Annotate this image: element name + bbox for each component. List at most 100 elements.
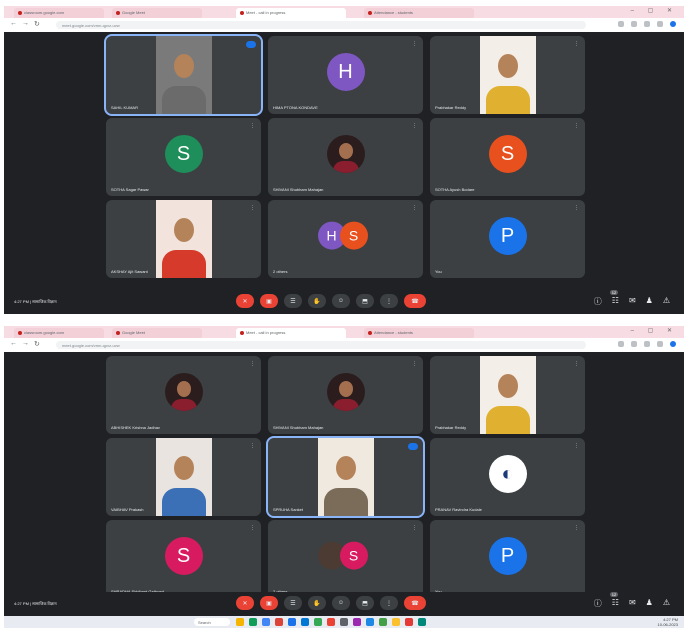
people-icon[interactable]: ☷ 12 xyxy=(609,290,619,307)
taskbar-app-icon[interactable] xyxy=(405,618,413,626)
chat-icon[interactable]: ✉ xyxy=(629,296,636,307)
back-icon[interactable]: ← xyxy=(10,340,17,347)
url-field[interactable]: meet.google.com/vmn-qpxz-uvw xyxy=(56,341,586,349)
mic-button[interactable]: ✕ xyxy=(236,596,254,610)
activities-icon[interactable]: ♟ xyxy=(646,296,653,307)
tile-more-icon[interactable]: ⋮ xyxy=(250,205,255,211)
browser-tab[interactable]: classroom.google.com xyxy=(14,328,104,338)
taskbar-app-icon[interactable] xyxy=(249,618,257,626)
profile-avatar[interactable] xyxy=(670,341,676,347)
taskbar-app-icon[interactable] xyxy=(379,618,387,626)
present-button[interactable]: ⬒ xyxy=(356,596,374,610)
participant-tile[interactable]: ⋮ SHIVANI Shubham Mahajan xyxy=(268,356,423,434)
taskbar-app-icon[interactable] xyxy=(340,618,348,626)
reload-icon[interactable]: ↻ xyxy=(34,20,40,28)
participant-tile[interactable]: P⋮You xyxy=(430,200,585,278)
tile-more-icon[interactable]: ⋮ xyxy=(574,205,579,211)
info-icon[interactable]: ⓘ xyxy=(594,598,602,609)
participant-tile[interactable]: ⋮ VAIBHAV Prakash xyxy=(106,438,261,516)
participant-tile[interactable]: ⋮ Prabhakar Reddy xyxy=(430,36,585,114)
taskbar-app-icon[interactable] xyxy=(327,618,335,626)
participant-tile[interactable]: ⋮ AKSHAY Ajit Sawant xyxy=(106,200,261,278)
present-button[interactable]: ⬒ xyxy=(356,294,374,308)
chat-icon[interactable]: ✉ xyxy=(629,598,636,609)
tile-more-icon[interactable]: ⋮ xyxy=(250,361,255,367)
tile-more-icon[interactable]: ⋮ xyxy=(412,41,417,47)
browser-tab[interactable]: classroom.google.com xyxy=(14,8,104,18)
extension-icon[interactable] xyxy=(631,21,637,27)
tile-more-icon[interactable]: ⋮ xyxy=(250,443,255,449)
tile-more-icon[interactable]: ⋮ xyxy=(412,361,417,367)
window-controls[interactable]: – ▢ ✕ xyxy=(631,327,678,334)
more-options-button[interactable]: ⋮ xyxy=(380,294,398,308)
menu-icon[interactable] xyxy=(657,341,663,347)
browser-tab[interactable]: Meet - call in progress xyxy=(236,8,346,18)
participant-tile[interactable]: ⋮ SHIVANI Shubham Mahajan xyxy=(268,118,423,196)
menu-icon[interactable] xyxy=(657,21,663,27)
reactions-button[interactable]: ☺ xyxy=(332,596,350,610)
leave-call-button[interactable]: ☎ xyxy=(404,294,426,308)
host-controls-icon[interactable]: ⚠ xyxy=(663,598,670,609)
taskbar-search[interactable]: Search xyxy=(194,618,230,626)
download-icon[interactable] xyxy=(644,21,650,27)
participant-tile[interactable]: S ⋮ SOTHA Sagar Pawar xyxy=(106,118,261,196)
tile-more-icon[interactable]: ⋮ xyxy=(574,525,579,531)
browser-tab[interactable]: Attendance - students xyxy=(364,328,474,338)
taskbar-app-icon[interactable] xyxy=(418,618,426,626)
taskbar-app-icon[interactable] xyxy=(353,618,361,626)
window-controls[interactable]: – ▢ ✕ xyxy=(631,7,678,14)
reload-icon[interactable]: ↻ xyxy=(34,340,40,348)
forward-icon[interactable]: → xyxy=(22,20,29,27)
tile-more-icon[interactable]: ⋮ xyxy=(250,525,255,531)
taskbar-app-icon[interactable] xyxy=(392,618,400,626)
tile-more-icon[interactable]: ⋮ xyxy=(412,205,417,211)
tile-more-icon[interactable]: ⋮ xyxy=(412,525,417,531)
browser-tab[interactable]: Meet - call in progress xyxy=(236,328,346,338)
taskbar-app-icon[interactable] xyxy=(262,618,270,626)
participant-tile[interactable]: H ⋮ HIMA PTONA KONDAVE xyxy=(268,36,423,114)
url-field[interactable]: meet.google.com/vmn-qpxz-uvw xyxy=(56,21,586,29)
participant-tile[interactable]: S⋮2 others xyxy=(268,520,423,598)
participant-tile[interactable]: ⋮ Prabhakar Reddy xyxy=(430,356,585,434)
back-icon[interactable]: ← xyxy=(10,20,17,27)
camera-button[interactable]: ▣ xyxy=(260,294,278,308)
tile-more-icon[interactable]: ⋮ xyxy=(574,443,579,449)
participant-tile[interactable]: ◐ ⋮ PRANAV Ravindra Kudale xyxy=(430,438,585,516)
browser-tab[interactable]: Google Meet xyxy=(112,8,202,18)
participant-tile[interactable]: ⋮ ABHISHEK Krishna Jadhav xyxy=(106,356,261,434)
reactions-button[interactable]: ☺ xyxy=(332,294,350,308)
tile-more-icon[interactable]: ⋮ xyxy=(574,123,579,129)
tile-more-icon[interactable]: ⋮ xyxy=(412,123,417,129)
participant-tile[interactable]: H S ⋮ 2 others xyxy=(268,200,423,278)
bookmark-icon[interactable] xyxy=(618,341,624,347)
bookmark-icon[interactable] xyxy=(618,21,624,27)
tile-more-icon[interactable]: ⋮ xyxy=(250,123,255,129)
tile-more-icon[interactable]: ⋮ xyxy=(574,41,579,47)
captions-button[interactable]: ☰ xyxy=(284,294,302,308)
people-icon[interactable]: ☷ 12 xyxy=(609,592,619,609)
activities-icon[interactable]: ♟ xyxy=(646,598,653,609)
taskbar-app-icon[interactable] xyxy=(301,618,309,626)
more-options-button[interactable]: ⋮ xyxy=(380,596,398,610)
host-controls-icon[interactable]: ⚠ xyxy=(663,296,670,307)
browser-tab[interactable]: Google Meet xyxy=(112,328,202,338)
taskbar-app-icon[interactable] xyxy=(288,618,296,626)
participant-tile[interactable]: SPRUHA Sanket xyxy=(266,436,425,518)
download-icon[interactable] xyxy=(644,341,650,347)
participant-tile[interactable]: P⋮You xyxy=(430,520,585,598)
taskbar-app-icon[interactable] xyxy=(236,618,244,626)
raise-hand-button[interactable]: ✋ xyxy=(308,596,326,610)
profile-avatar[interactable] xyxy=(670,21,676,27)
taskbar-app-icon[interactable] xyxy=(314,618,322,626)
participant-tile[interactable]: S ⋮ SOTHA Ayush Bodare xyxy=(430,118,585,196)
taskbar-app-icon[interactable] xyxy=(366,618,374,626)
system-tray-clock[interactable]: 4:27 PM 10-06-2023 xyxy=(658,617,678,627)
info-icon[interactable]: ⓘ xyxy=(594,296,602,307)
participant-tile[interactable]: S⋮SHRADHA Siddhant Gaikwad xyxy=(106,520,261,598)
taskbar-app-icon[interactable] xyxy=(275,618,283,626)
captions-button[interactable]: ☰ xyxy=(284,596,302,610)
forward-icon[interactable]: → xyxy=(22,340,29,347)
camera-button[interactable]: ▣ xyxy=(260,596,278,610)
extension-icon[interactable] xyxy=(631,341,637,347)
browser-tab[interactable]: Attendance - students xyxy=(364,8,474,18)
